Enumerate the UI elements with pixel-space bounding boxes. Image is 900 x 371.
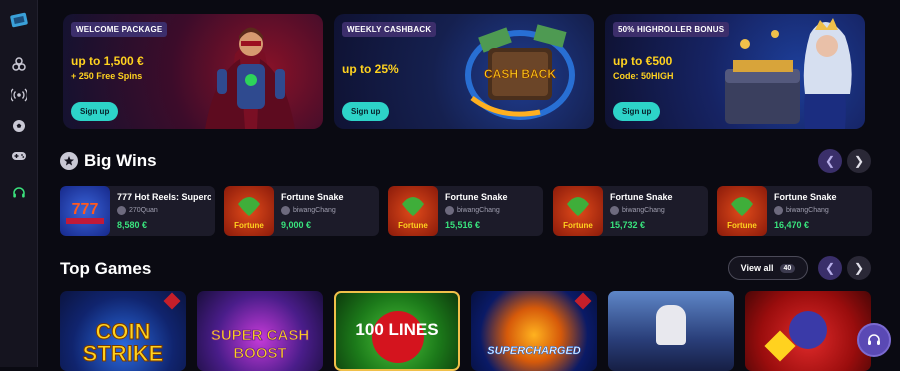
win-amount: 9,000 € [281, 220, 312, 230]
svg-text:Fortune: Fortune [398, 221, 428, 230]
soccer-ball-icon[interactable] [9, 116, 29, 136]
top-games-prev-button[interactable]: ❮ [818, 256, 842, 280]
support-chat-button[interactable] [857, 323, 891, 357]
cash-back-illustration: CASH BACK [460, 20, 580, 125]
banner-tag: WELCOME PACKAGE [71, 22, 168, 37]
avatar [117, 206, 126, 215]
win-username: biwangChang [622, 207, 665, 214]
chevron-left-icon: ❮ [824, 261, 836, 275]
win-user: biwangChang [445, 206, 500, 215]
win-game-name: Fortune Snake [281, 192, 344, 202]
banner-offer-main: up to 1,500 € [71, 54, 144, 68]
game-thumbnail: 777 [60, 186, 110, 236]
view-all-label: View all [740, 263, 774, 273]
game-tile[interactable]: 100 LINES [334, 291, 460, 371]
game-tile[interactable]: COIN STRIKE [60, 291, 186, 371]
headset-icon[interactable] [9, 183, 29, 203]
top-games-title: Top Games [60, 259, 152, 278]
banner-offer-main: up to 25% [342, 62, 399, 76]
banner-offer: up to 1,500 € + 250 Free Spins [71, 54, 144, 84]
avatar [445, 206, 454, 215]
banner-tag: 50% HIGHROLLER BONUS [613, 22, 730, 37]
chevron-right-icon: ❯ [853, 154, 865, 168]
chevron-right-icon: ❯ [853, 261, 865, 275]
big-win-card[interactable]: 777 777 Hot Reels: Superc 270Quan 8,580 … [60, 186, 215, 236]
game-thumbnail: Fortune [553, 186, 603, 236]
svg-text:Fortune: Fortune [234, 221, 264, 230]
svg-text:Fortune: Fortune [563, 221, 593, 230]
win-game-name: Fortune Snake [610, 192, 673, 202]
grapes-icon [789, 311, 827, 349]
svg-text:777: 777 [72, 201, 99, 218]
big-wins-title: Big Wins [84, 151, 157, 170]
chevron-left-icon: ❮ [824, 154, 836, 168]
banner-offer-sub: + 250 Free Spins [71, 71, 143, 81]
headset-icon [868, 334, 880, 345]
win-amount: 15,732 € [610, 220, 646, 230]
big-wins-prev-button[interactable]: ❮ [818, 149, 842, 173]
view-all-button[interactable]: View all 40 [728, 256, 808, 280]
banner-offer: up to €500 Code: 50HIGH [613, 54, 674, 84]
game-thumbnail: Fortune [224, 186, 274, 236]
welcome-package-banner[interactable]: WELCOME PACKAGE up to 1,500 € + 250 Free… [63, 14, 323, 129]
win-game-name: Fortune Snake [774, 192, 837, 202]
game-tile-title: 100 LINES [355, 320, 439, 339]
game-thumbnail: Fortune [388, 186, 438, 236]
win-amount: 15,516 € [445, 220, 481, 230]
provider-badge [574, 292, 592, 310]
big-wins-next-button[interactable]: ❯ [847, 149, 871, 173]
win-user: biwangChang [610, 206, 665, 215]
highroller-bonus-banner[interactable]: 50% HIGHROLLER BONUS up to €500 Code: 50… [605, 14, 865, 129]
big-win-card[interactable]: Fortune Fortune Snake biwangChang 16,470… [717, 186, 872, 236]
logo-icon[interactable] [9, 10, 29, 30]
win-amount: 8,580 € [117, 220, 148, 230]
game-thumbnail: Fortune [717, 186, 767, 236]
win-username: 270Quan [129, 207, 158, 214]
live-broadcast-icon[interactable] [9, 85, 29, 105]
win-game-name: 777 Hot Reels: Superc [117, 192, 211, 202]
banner-offer-sub: Code: 50HIGH [613, 71, 674, 81]
weekly-cashback-banner[interactable]: CASH BACK WEEKLY CASHBACK up to 25% Sign… [334, 14, 594, 129]
big-wins-icon [60, 152, 78, 170]
gamepad-icon[interactable] [9, 146, 29, 166]
top-games-next-button[interactable]: ❯ [847, 256, 871, 280]
sign-up-button[interactable]: Sign up [342, 102, 390, 121]
win-username: biwangChang [786, 207, 829, 214]
zeus-figure [656, 305, 686, 345]
sidebar [0, 0, 38, 367]
sign-up-button[interactable]: Sign up [71, 102, 119, 121]
big-win-card[interactable]: Fortune Fortune Snake biwangChang 15,732… [553, 186, 708, 236]
main-content: WELCOME PACKAGE up to 1,500 € + 250 Free… [38, 0, 900, 371]
win-amount: 16,470 € [774, 220, 810, 230]
avatar [281, 206, 290, 215]
win-user: 270Quan [117, 206, 158, 215]
win-username: biwangChang [457, 207, 500, 214]
banner-offer-main: up to €500 [613, 54, 673, 68]
win-user: biwangChang [774, 206, 829, 215]
banner-tag: WEEKLY CASHBACK [342, 22, 437, 37]
win-game-name: Fortune Snake [445, 192, 508, 202]
svg-text:Fortune: Fortune [727, 221, 757, 230]
win-username: biwangChang [293, 207, 336, 214]
game-tile[interactable]: SUPER CASH BOOST [197, 291, 323, 371]
game-tile[interactable] [608, 291, 734, 371]
games-count-badge: 40 [779, 263, 796, 273]
superhero-illustration [185, 14, 315, 129]
provider-badge [163, 292, 181, 310]
game-tile-title: SUPER CASH BOOST [210, 327, 310, 363]
game-tile[interactable] [745, 291, 871, 371]
game-tile-title: SUPERCHARGED [487, 345, 581, 358]
avatar [610, 206, 619, 215]
big-win-card[interactable]: Fortune Fortune Snake biwangChang 15,516… [388, 186, 543, 236]
cash-back-art-text: CASH BACK [484, 67, 556, 81]
game-tile[interactable]: SUPERCHARGED [471, 291, 597, 371]
sign-up-button[interactable]: Sign up [613, 102, 661, 121]
game-tile-title: COIN STRIKE [82, 319, 164, 366]
big-win-card[interactable]: Fortune Fortune Snake biwangChang 9,000 … [224, 186, 379, 236]
banner-offer: up to 25% [342, 62, 399, 77]
dice-icon[interactable] [9, 54, 29, 74]
avatar [774, 206, 783, 215]
win-user: biwangChang [281, 206, 336, 215]
